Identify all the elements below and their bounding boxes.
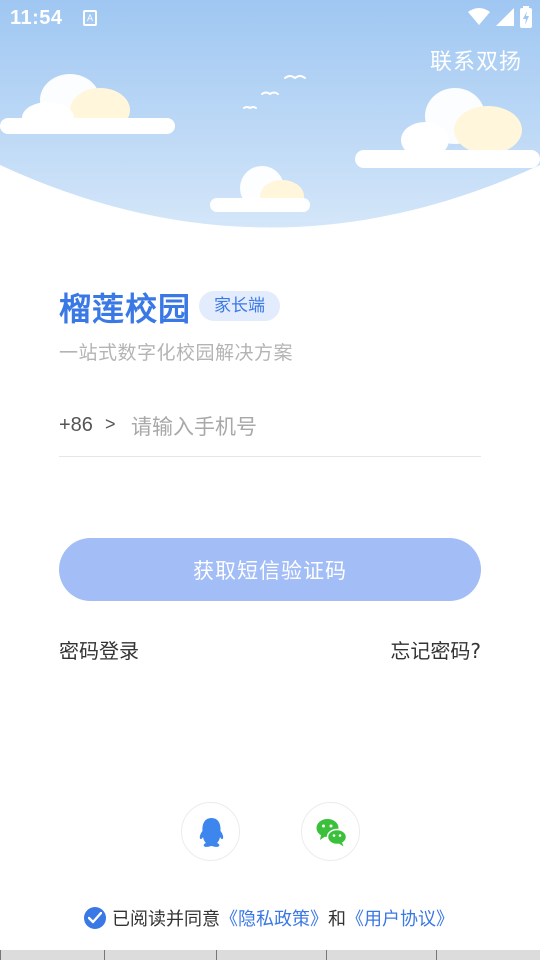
status-icons bbox=[468, 6, 532, 28]
wifi-icon bbox=[468, 8, 490, 25]
get-sms-code-button[interactable]: 获取短信验证码 bbox=[59, 538, 481, 601]
phone-input-row: +86 > bbox=[59, 400, 481, 457]
brand-title: 榴莲校园 bbox=[59, 290, 192, 328]
user-agreement-link[interactable]: 《用户协议》 bbox=[346, 905, 454, 931]
hero-background bbox=[0, 0, 540, 240]
check-icon bbox=[88, 912, 102, 924]
taskbar-item[interactable] bbox=[436, 950, 540, 960]
password-login-link[interactable]: 密码登录 bbox=[59, 635, 139, 664]
agreement-row: 已阅读并同意 《隐私政策》 和 《用户协议》 bbox=[84, 905, 454, 931]
battery-charging-icon bbox=[520, 6, 532, 28]
wechat-icon bbox=[316, 819, 348, 847]
cell-signal-icon bbox=[496, 8, 514, 26]
agreement-prefix: 已阅读并同意 bbox=[112, 909, 220, 930]
client-type-badge: 家长端 bbox=[199, 291, 280, 321]
privacy-policy-link[interactable]: 《隐私政策》 bbox=[220, 905, 328, 931]
contact-link[interactable]: 联系双扬 bbox=[430, 44, 522, 76]
taskbar-item[interactable] bbox=[0, 950, 104, 960]
taskbar-item[interactable] bbox=[104, 950, 216, 960]
wechat-login-button[interactable] bbox=[301, 802, 360, 861]
qq-login-button[interactable] bbox=[181, 802, 240, 861]
host-taskbar bbox=[0, 950, 540, 960]
taskbar-item[interactable] bbox=[216, 950, 326, 960]
forgot-password-link[interactable]: 忘记密码? bbox=[390, 635, 481, 664]
sky-illustration bbox=[0, 0, 540, 228]
qq-penguin-icon bbox=[199, 818, 224, 847]
brand-subtitle: 一站式数字化校园解决方案 bbox=[59, 342, 294, 364]
chevron-right-icon[interactable]: > bbox=[105, 414, 116, 435]
agree-checkbox[interactable] bbox=[84, 907, 106, 929]
status-bar: 11:54 A bbox=[0, 0, 540, 36]
country-code-selector[interactable]: +86 bbox=[59, 414, 93, 437]
taskbar-item[interactable] bbox=[326, 950, 436, 960]
phone-number-input[interactable] bbox=[131, 408, 471, 446]
status-time: 11:54 bbox=[10, 7, 63, 29]
notification-app-icon: A bbox=[83, 10, 97, 26]
agreement-conjunction: 和 bbox=[328, 909, 346, 930]
